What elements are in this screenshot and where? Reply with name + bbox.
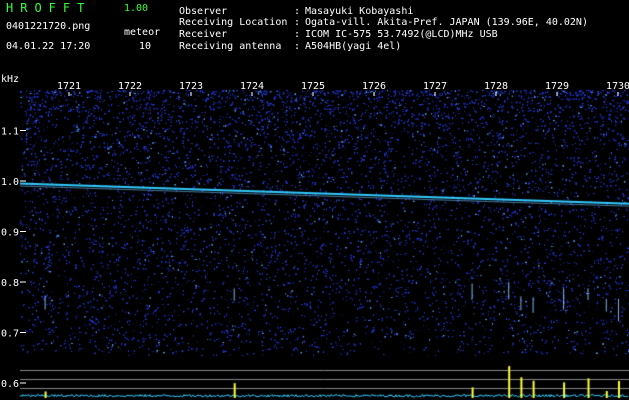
detection-count: 10 <box>139 41 152 52</box>
antenna-value: A504HB(yagi 4el) <box>305 41 402 52</box>
time-tick-label: 1727 <box>423 81 447 92</box>
location-value: Ogata-vill. Akita-Pref. JAPAN (139.96E, … <box>305 17 588 28</box>
observer-value: Masayuki Kobayashi <box>305 6 414 17</box>
y-tick-label: 1.0 <box>1 177 19 188</box>
time-tick-label: 1723 <box>179 81 203 92</box>
y-tick-label: 0.9 <box>1 228 19 239</box>
y-tick-label: 0.7 <box>1 329 19 340</box>
time-tick-label: 1726 <box>362 81 386 92</box>
y-unit-label: kHz <box>1 74 19 85</box>
location-label: Receiving Location <box>179 17 288 28</box>
time-tick-label: 1724 <box>240 81 264 92</box>
spectrogram-axes: kHz 1.1 1.0 0.9 0.8 0.7 0.6 1721 1722 1723 1724 1… <box>1 74 629 390</box>
info-separator: : <box>294 6 301 17</box>
receiver-value: ICOM IC-575 53.7492(@LCD)MHz USB <box>305 29 498 40</box>
info-separator: : <box>294 41 301 52</box>
y-tick-label: 1.1 <box>1 127 19 138</box>
info-separator: : <box>294 17 301 28</box>
file-name: 0401221720.png <box>6 21 91 32</box>
time-tick-label: 1725 <box>301 81 325 92</box>
detection-type: meteor <box>124 27 161 38</box>
time-tick-label: 1729 <box>545 81 569 92</box>
time-tick-label: 1721 <box>57 81 81 92</box>
receiver-label: Receiver <box>179 29 228 40</box>
time-tick-label: 1728 <box>484 81 508 92</box>
info-separator: : <box>294 29 301 40</box>
time-tick-label: 1722 <box>118 81 142 92</box>
app-title: HROFFT <box>6 1 92 15</box>
date-time: 04.01.22 17:20 <box>6 41 91 52</box>
spectrogram-panel: kHz 1.1 1.0 0.9 0.8 0.7 0.6 1721 1722 1723 1724 1… <box>0 70 629 400</box>
time-tick-label: 1730 <box>606 81 629 92</box>
y-tick-label: 0.8 <box>1 278 19 289</box>
app-version: 1.00 <box>124 3 149 14</box>
observer-label: Observer <box>179 6 228 17</box>
hrofft-window: HROFFT 1.00 0401221720.png meteor 04.01.… <box>0 0 629 400</box>
antenna-label: Receiving antenna <box>179 41 282 52</box>
y-tick-label: 0.6 <box>1 379 19 390</box>
